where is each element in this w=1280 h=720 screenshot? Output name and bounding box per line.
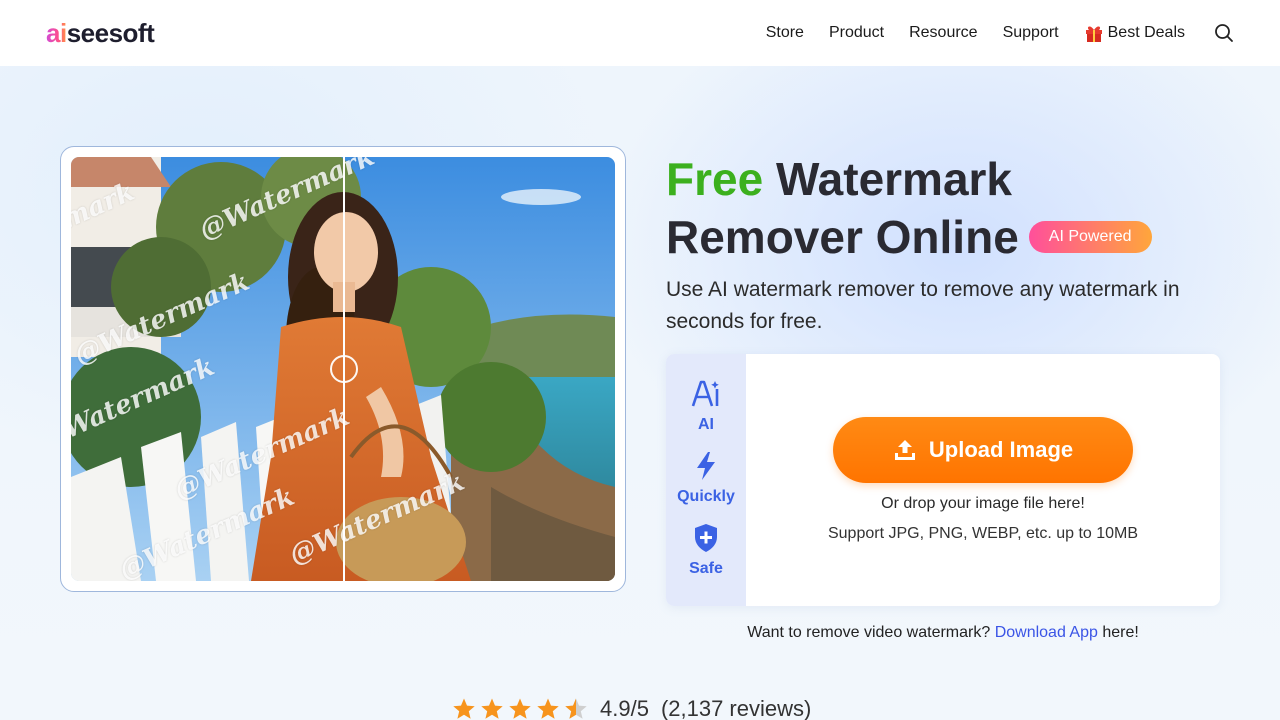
video-prompt-text: Want to remove video watermark? (747, 624, 995, 641)
star-icon (537, 698, 559, 719)
feature-quickly: Quickly (677, 450, 735, 522)
ai-powered-badge: AI Powered (1028, 220, 1152, 253)
feature-list: AI Quickly Safe (666, 354, 746, 606)
feature-safe-label: Safe (689, 560, 723, 577)
page-title: Free Watermark Remover Online AI Powered (666, 150, 1266, 266)
feature-ai-label: AI (698, 416, 714, 433)
comparison-slider-handle[interactable] (330, 355, 358, 383)
nav-support[interactable]: Support (1003, 24, 1059, 42)
title-free: Free (666, 153, 764, 205)
supported-formats: Support JPG, PNG, WEBP, etc. up to 10MB (827, 525, 1139, 542)
title-remover-online: Remover Online (666, 211, 1019, 263)
aiseesoft-logo[interactable]: ai seesoft (46, 17, 155, 49)
title-line-2: Remover Online AI Powered (666, 208, 1266, 266)
search-icon[interactable] (1214, 23, 1234, 43)
logo-text: seesoft (66, 17, 155, 48)
title-watermark: Watermark (763, 153, 1013, 205)
upload-image-button[interactable]: Upload Image (833, 417, 1133, 483)
ai-icon (691, 380, 719, 407)
gift-icon (1085, 26, 1102, 42)
top-navbar: ai seesoft Store Product Resource Support… (0, 0, 1280, 66)
drop-hint: Or drop your image file here! (881, 495, 1085, 512)
nav-resource[interactable]: Resource (909, 24, 977, 42)
nav-best-deals[interactable]: Best Deals (1084, 23, 1185, 43)
page-subtitle: Use AI watermark remover to remove any w… (666, 278, 1180, 333)
review-count: (2,137 reviews) (660, 696, 812, 720)
main-nav: Store Product Resource Support Best Deal… (766, 23, 1234, 43)
logo-ai-part: ai (46, 17, 67, 48)
video-watermark-prompt: Want to remove video watermark? Download… (666, 624, 1220, 642)
upload-panel: AI Quickly Safe Upload Image Or drop you… (666, 354, 1220, 606)
rating-summary: 4.9/5 (2,137 reviews) (452, 694, 811, 720)
rating-value: 4.9/5 (600, 696, 649, 720)
feature-safe: Safe (689, 522, 723, 594)
drop-zone[interactable]: Upload Image Or drop your image file her… (746, 354, 1220, 606)
nav-store[interactable]: Store (766, 24, 804, 42)
before-after-comparison[interactable]: @Watermark @Watermark @Watermark @Waterm… (71, 157, 615, 581)
download-app-link[interactable]: Download App (995, 624, 1098, 641)
feature-quickly-label: Quickly (677, 488, 735, 505)
video-prompt-tail: here! (1097, 624, 1139, 641)
title-line-1: Free Watermark (666, 150, 1266, 208)
nav-product[interactable]: Product (829, 24, 884, 42)
star-icon (509, 698, 531, 719)
half-star-icon (565, 698, 587, 719)
best-deals-label: Best Deals (1107, 24, 1185, 41)
feature-ai: AI (690, 378, 722, 450)
lightning-icon (697, 452, 715, 480)
shield-plus-icon (694, 524, 717, 552)
demo-image-frame: @Watermark @Watermark @Watermark @Waterm… (60, 146, 626, 592)
upload-icon (894, 440, 915, 460)
upload-image-label: Upload Image (928, 437, 1074, 462)
star-icon (481, 698, 503, 719)
star-icon (453, 698, 475, 719)
